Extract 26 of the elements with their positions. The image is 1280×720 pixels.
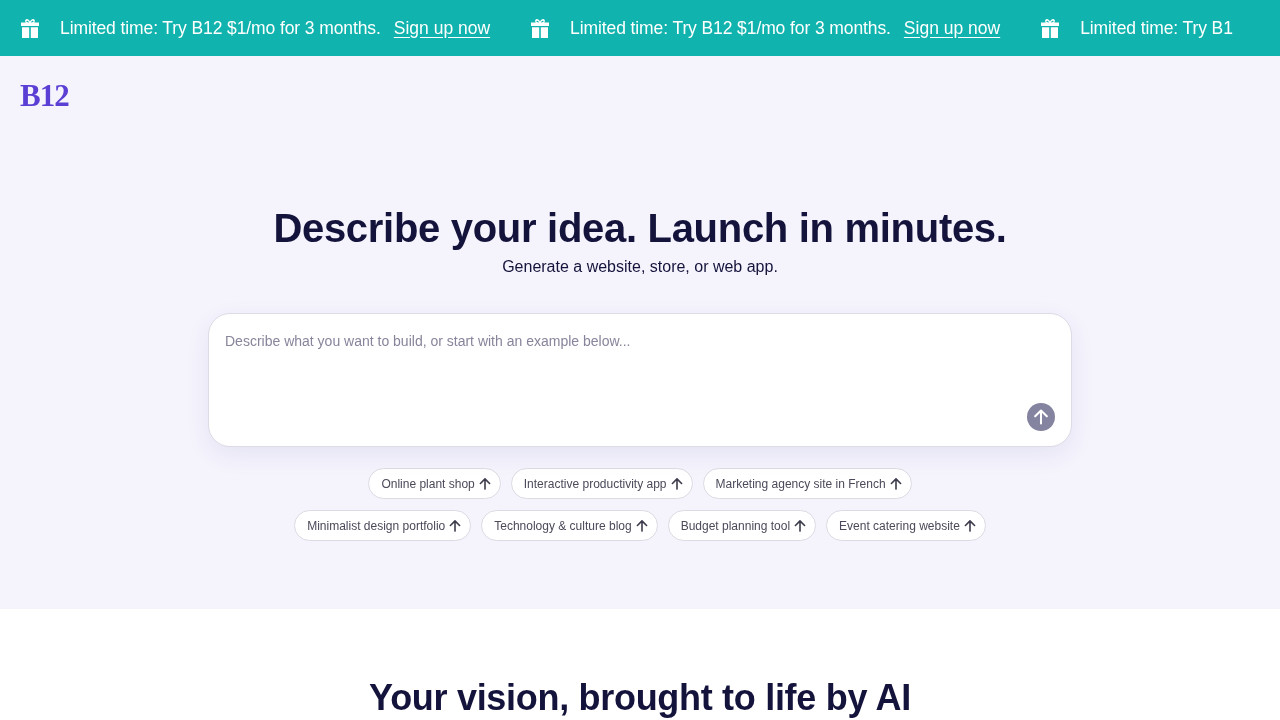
arrow-up-icon — [478, 477, 491, 490]
section-title: Your vision, brought to life by AI — [369, 677, 911, 719]
suggestion-chip[interactable]: Minimalist design portfolio — [294, 510, 472, 541]
arrow-up-icon — [963, 519, 976, 532]
prompt-field[interactable]: Describe what you want to build, or start with an example below... — [208, 313, 1072, 447]
suggestion-chip[interactable]: Interactive productivity app — [510, 468, 693, 499]
suggestion-chip[interactable]: Technology & culture blog — [481, 510, 658, 541]
suggestion-chip[interactable]: Marketing agency site in French — [702, 468, 912, 499]
gift-icon — [1040, 18, 1061, 38]
promo-text: Limited time: Try B12 $1/mo for 3 months. — [570, 17, 891, 39]
gift-icon — [20, 18, 40, 38]
promo-text: Limited time: Try B12 $1/mo for 3 months. — [60, 17, 381, 39]
suggestion-chip[interactable]: Budget planning tool — [667, 510, 817, 541]
arrow-up-icon — [635, 519, 648, 532]
arrow-up-icon — [1034, 409, 1048, 425]
promo-text: Limited time: Try B1 — [1080, 17, 1233, 39]
hero-title: Describe your idea. Launch in minutes. — [273, 205, 1007, 252]
arrow-up-icon — [670, 477, 683, 490]
logo[interactable]: B12 — [20, 80, 69, 112]
hero-subtitle: Generate a website, store, or web app. — [502, 257, 778, 277]
arrow-up-icon — [794, 519, 807, 532]
gift-icon — [530, 18, 551, 38]
arrow-up-icon — [449, 519, 462, 532]
arrow-up-icon — [889, 477, 902, 490]
suggestion-chip[interactable]: Event catering website — [826, 510, 986, 541]
suggestion-chip[interactable]: Online plant shop — [368, 468, 501, 499]
